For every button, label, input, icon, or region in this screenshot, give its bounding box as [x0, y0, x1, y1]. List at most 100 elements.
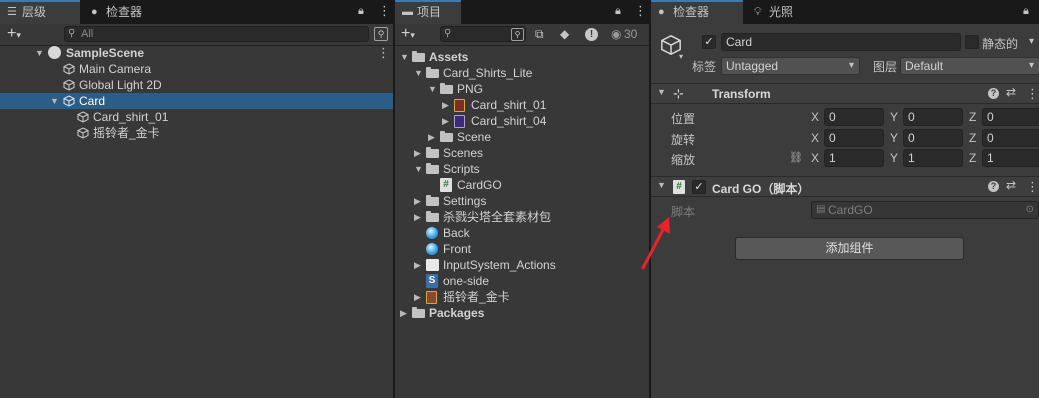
tab-inspector[interactable]: ● 检查器	[651, 0, 743, 24]
help-icon[interactable]: ?	[988, 88, 999, 99]
lock-icon[interactable]: 🔒︎	[1023, 5, 1029, 18]
position-z-field[interactable]: 0	[982, 108, 1039, 126]
project-tree-item[interactable]: ▼ Scripts	[395, 161, 649, 177]
y-axis-label[interactable]: Y	[890, 110, 898, 124]
object-name-field[interactable]: Card	[721, 33, 961, 51]
project-tree-item[interactable]: Front	[395, 241, 649, 257]
expand-arrow-icon[interactable]: ▼	[50, 93, 59, 109]
scale-z-field[interactable]: 1	[982, 149, 1039, 167]
rotation-x-field[interactable]: 0	[824, 129, 884, 147]
project-tree-item[interactable]: Back	[395, 225, 649, 241]
item-label: 摇铃者_金卡	[93, 126, 160, 140]
hierarchy-item[interactable]: Global Light 2D	[0, 77, 393, 93]
project-tree-item[interactable]: ▶ Scenes	[395, 145, 649, 161]
more-options-icon[interactable]: ⋮	[378, 3, 391, 19]
x-axis-label[interactable]: X	[811, 151, 819, 165]
add-component-button[interactable]: 添加组件	[735, 237, 964, 260]
project-tree-item[interactable]: ▶ 摇铃者_金卡	[395, 289, 649, 305]
lock-icon[interactable]: 🔒︎	[615, 5, 621, 18]
y-axis-label[interactable]: Y	[890, 131, 898, 145]
project-tree-item[interactable]: ▶ Scene	[395, 129, 649, 145]
presets-icon[interactable]: ⇄	[1006, 85, 1016, 99]
help-icon[interactable]: ?	[988, 181, 999, 192]
collapse-arrow-icon[interactable]: ▶	[442, 97, 449, 113]
scene-menu-icon[interactable]: ⋮	[377, 45, 390, 61]
more-options-icon[interactable]: ⋮	[634, 3, 647, 19]
layer-dropdown[interactable]: Default	[900, 57, 1039, 75]
hierarchy-scene-row[interactable]: ▼ SampleScene ⋮	[0, 45, 393, 61]
tab-project-label: 项目	[417, 5, 442, 19]
z-axis-label[interactable]: Z	[969, 151, 976, 165]
position-x-field[interactable]: 0	[824, 108, 884, 126]
expand-arrow-icon[interactable]: ▼	[414, 161, 423, 177]
tag-label: 标签	[692, 60, 717, 74]
scale-x-field[interactable]: 1	[824, 149, 884, 167]
add-icon[interactable]: +▾	[401, 24, 415, 45]
presets-icon[interactable]: ⇄	[1006, 178, 1016, 192]
icon-dropdown-arrow-icon[interactable]: ▾	[679, 52, 683, 61]
hierarchy-item[interactable]: Card_shirt_01	[0, 109, 393, 125]
project-tree-item[interactable]: ▼ Card_Shirts_Lite	[395, 65, 649, 81]
expand-arrow-icon[interactable]: ▼	[657, 180, 666, 190]
warning-filter-icon[interactable]: !	[585, 28, 598, 41]
tab-hierarchy[interactable]: ☰ 层级	[0, 0, 80, 24]
project-tree-item[interactable]: S one-side	[395, 273, 649, 289]
tag-dropdown[interactable]: Untagged	[721, 57, 860, 75]
position-y-field[interactable]: 0	[903, 108, 963, 126]
expand-arrow-icon[interactable]: ▼	[400, 49, 409, 65]
project-tree-item[interactable]: ▶ Card_shirt_04	[395, 113, 649, 129]
x-axis-label[interactable]: X	[811, 110, 819, 124]
component-menu-icon[interactable]: ⋮	[1026, 86, 1039, 102]
hierarchy-item[interactable]: Main Camera	[0, 61, 393, 77]
project-tree-item[interactable]: # CardGO	[395, 177, 649, 193]
filter-by-type-icon[interactable]: ⧉	[535, 27, 544, 42]
static-dropdown-icon[interactable]: ▾	[1029, 36, 1034, 47]
project-tree-item[interactable]: ▼ PNG	[395, 81, 649, 97]
collapse-arrow-icon[interactable]: ▶	[428, 129, 435, 145]
rotation-y-field[interactable]: 0	[903, 129, 963, 147]
search-options-icon[interactable]: ⚲	[511, 28, 524, 41]
expand-arrow-icon[interactable]: ▼	[428, 81, 437, 97]
tab-inspector-secondary[interactable]: ● 检查器	[84, 0, 174, 24]
hierarchy-search-input[interactable]: ⚲ All	[64, 26, 369, 42]
search-icon: ⚲	[444, 28, 452, 39]
z-axis-label[interactable]: Z	[969, 110, 976, 124]
rotation-z-field[interactable]: 0	[982, 129, 1039, 147]
static-checkbox[interactable]	[965, 35, 979, 49]
z-axis-label[interactable]: Z	[969, 131, 976, 145]
expand-arrow-icon[interactable]: ▼	[35, 45, 44, 61]
project-tree-item[interactable]: ▶ Packages	[395, 305, 649, 321]
collapse-arrow-icon[interactable]: ▶	[414, 289, 421, 305]
project-tree-item[interactable]: ▶ 杀戮尖塔全套素材包	[395, 209, 649, 225]
y-axis-label[interactable]: Y	[890, 151, 898, 165]
project-tree-item[interactable]: ▶ Card_shirt_01	[395, 97, 649, 113]
collapse-arrow-icon[interactable]: ▶	[414, 257, 421, 273]
expand-arrow-icon[interactable]: ▼	[657, 87, 666, 97]
collapse-arrow-icon[interactable]: ▶	[414, 193, 421, 209]
hierarchy-item[interactable]: 摇铃者_金卡	[0, 125, 393, 141]
collapse-arrow-icon[interactable]: ▶	[414, 209, 421, 225]
active-checkbox[interactable]: ✓	[702, 35, 716, 49]
collapse-arrow-icon[interactable]: ▶	[400, 305, 407, 321]
transform-header[interactable]: ▼ ⊹ Transform ? ⇄ ⋮	[651, 83, 1039, 104]
script-component-header[interactable]: ▼ # ✓ Card GO（脚本） ? ⇄ ⋮	[651, 176, 1039, 197]
collapse-arrow-icon[interactable]: ▶	[414, 145, 421, 161]
lock-icon[interactable]: 🔒︎	[358, 5, 364, 18]
constrain-proportions-link-icon[interactable]: ⛓︎	[789, 151, 803, 164]
component-menu-icon[interactable]: ⋮	[1026, 179, 1039, 195]
scale-y-field[interactable]: 1	[903, 149, 963, 167]
collapse-arrow-icon[interactable]: ▶	[442, 113, 449, 129]
tab-lighting[interactable]: 💡︎ 光照	[747, 0, 817, 24]
x-axis-label[interactable]: X	[811, 131, 819, 145]
expand-arrow-icon[interactable]: ▼	[414, 65, 423, 81]
project-tree-item[interactable]: ▶ Settings	[395, 193, 649, 209]
hierarchy-item-selected[interactable]: ▼ Card	[0, 93, 393, 109]
component-enabled-checkbox[interactable]: ✓	[692, 180, 706, 194]
tab-project[interactable]: ▬ 项目	[395, 0, 461, 24]
search-options-icon[interactable]: ⚲	[374, 27, 388, 41]
hidden-packages-eye-icon[interactable]: ◉	[611, 27, 621, 41]
project-tree-item[interactable]: ▶ InputSystem_Actions	[395, 257, 649, 273]
project-tree-item[interactable]: ▼ Assets	[395, 49, 649, 65]
add-icon[interactable]: +▾	[7, 24, 21, 45]
filter-by-label-icon[interactable]: ◆	[560, 27, 569, 41]
